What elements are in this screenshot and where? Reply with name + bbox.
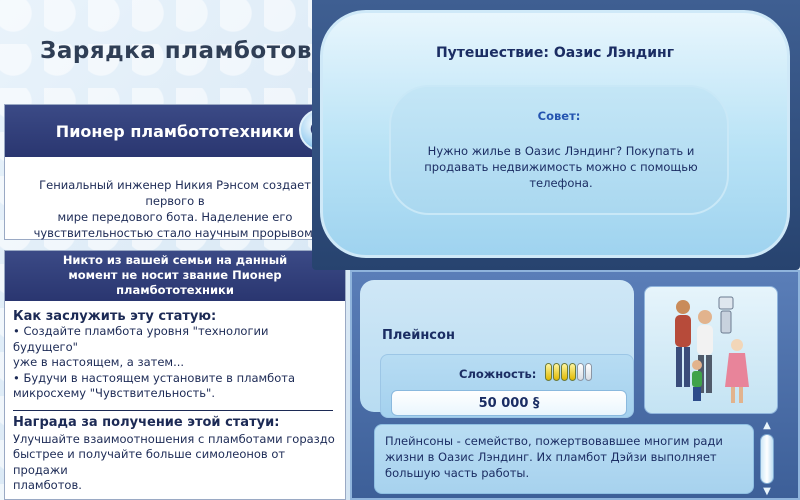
travel-tip-panel: Путешествие: Оазис Лэндинг Совет: Нужно … [312, 0, 800, 270]
description-scrollbar[interactable]: ▲ ▼ [758, 421, 776, 497]
tip-title: Путешествие: Оазис Лэндинг [435, 45, 675, 61]
family-desc-line: большую часть работы. [385, 466, 530, 480]
bullet-line: • Будучи в настоящем установите в пламбо… [13, 370, 296, 385]
status-header: Никто из вашей семьи на данный момент не… [5, 251, 345, 301]
tip-box: Совет: Нужно жилье в Оазис Лэндинг? Поку… [389, 85, 729, 215]
difficulty-pip [577, 363, 584, 381]
achievement-title: Пионер пламбототехники [55, 121, 295, 141]
family-desc-line: жизни в Оазис Лэндинг. Их пламбот Дэйзи … [385, 450, 717, 464]
bullet-line: микросхему "Чувствительность". [13, 386, 216, 400]
achievement-desc-line: Гениальный инженер Никия Рэнсом создает … [39, 178, 311, 208]
loading-title: Зарядка пламботов... [40, 38, 340, 64]
reward-line: Улучшайте взаимоотношения с пламботами г… [13, 431, 335, 446]
bullet-line: • Создайте пламбота уровня "технологии б… [13, 324, 269, 354]
achievement-panel: Пионер пламбототехники Гениальный инжене… [4, 104, 346, 240]
tip-line: продавать недвижимость можно с помощью [424, 160, 698, 174]
difficulty-pip [545, 363, 552, 381]
difficulty-box: Сложность: 50 000 § [380, 354, 634, 418]
howto-panel: Никто из вашей семьи на данный момент не… [4, 250, 346, 500]
difficulty-pip [553, 363, 560, 381]
family-info: Плейнсон Сложность: 50 000 § [360, 280, 634, 418]
reward-line: пламботов. [13, 478, 82, 492]
family-figures-icon [675, 296, 749, 403]
family-portrait [644, 286, 778, 414]
tip-label: Совет: [537, 109, 581, 123]
tip-line: Нужно жилье в Оазис Лэндинг? Покупать и [427, 144, 695, 158]
difficulty-pip [585, 363, 592, 381]
tip-frame: Путешествие: Оазис Лэндинг Совет: Нужно … [320, 10, 790, 258]
scroll-up-icon[interactable]: ▲ [761, 421, 773, 431]
achievement-desc-line: чувствительностью стало научным прорывом… [33, 226, 317, 240]
scroll-thumb[interactable] [760, 434, 774, 484]
earn-bullet-1: • Создайте пламбота уровня "технологии б… [5, 324, 345, 371]
earn-title: Как заслужить эту статую: [13, 309, 217, 324]
tip-line: телефона. [529, 176, 593, 190]
status-line: момент не носит звание Пионер [68, 268, 282, 282]
reward-title: Награда за получение этой статуи: [13, 414, 280, 430]
family-desc-line: Плейнсоны - семейство, пожертвовавшее мн… [385, 434, 723, 448]
difficulty-pip [569, 363, 576, 381]
achievement-desc-line: мире передового бота. Наделение его [57, 210, 293, 224]
family-name: Плейнсон [382, 328, 455, 343]
family-panel: Плейнсон Сложность: 50 000 § Плейнсоны -… [350, 270, 800, 500]
difficulty-pip [561, 363, 568, 381]
reward-text: Улучшайте взаимоотношения с пламботами г… [5, 430, 345, 494]
difficulty-meter [545, 363, 592, 381]
family-funds: 50 000 § [391, 390, 627, 416]
achievement-header: Пионер пламбототехники [5, 105, 345, 157]
achievement-description: Гениальный инженер Никия Рэнсом создает … [5, 157, 345, 241]
difficulty-label: Сложность: [459, 367, 537, 381]
family-description: Плейнсоны - семейство, пожертвовавшее мн… [374, 424, 754, 494]
status-line: Никто из вашей семьи на данный [62, 253, 288, 267]
scroll-down-icon[interactable]: ▼ [761, 487, 773, 497]
reward-line: быстрее и получайте больше симолеонов от… [13, 447, 286, 477]
status-line: пламбототехники [116, 283, 234, 297]
bullet-line: уже в настоящем, а затем... [13, 355, 185, 369]
earn-bullet-2: • Будучи в настоящем установите в пламбо… [5, 371, 345, 402]
tip-text: Нужно жилье в Оазис Лэндинг? Покупать и … [411, 143, 711, 191]
